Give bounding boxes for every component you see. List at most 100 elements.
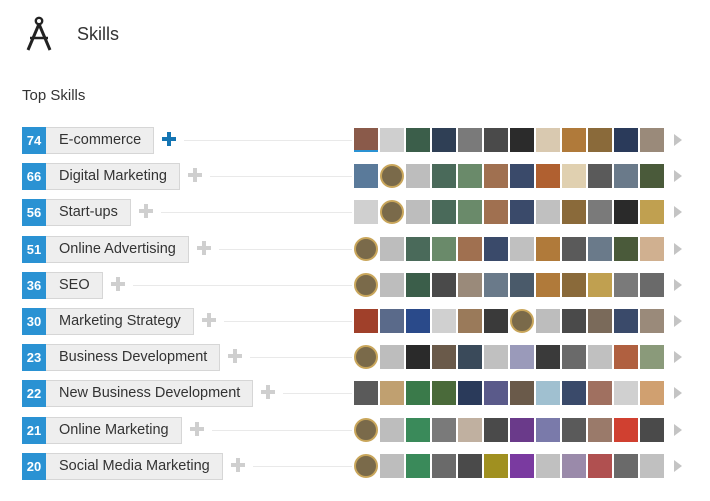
- endorser-avatar[interactable]: [354, 236, 378, 261]
- next-arrow-icon[interactable]: [674, 423, 682, 436]
- endorser-avatar[interactable]: [380, 128, 404, 152]
- next-arrow-icon[interactable]: [674, 278, 682, 291]
- next-arrow-icon[interactable]: [674, 206, 682, 219]
- endorser-avatar[interactable]: [406, 453, 430, 478]
- next-arrow-icon[interactable]: [674, 459, 682, 472]
- endorser-avatar[interactable]: [406, 200, 430, 225]
- endorser-avatar[interactable]: [536, 128, 560, 152]
- endorser-avatar[interactable]: [640, 381, 664, 406]
- endorser-avatar[interactable]: [614, 128, 638, 152]
- endorser-avatar[interactable]: [614, 308, 638, 333]
- endorser-avatar[interactable]: [510, 381, 534, 406]
- endorser-avatar[interactable]: [640, 164, 664, 189]
- endorser-avatar[interactable]: [536, 308, 560, 333]
- endorse-plus-icon[interactable]: [190, 421, 204, 436]
- endorser-avatar[interactable]: [588, 345, 612, 370]
- endorser-avatar[interactable]: [510, 272, 534, 297]
- endorser-avatar[interactable]: [432, 236, 456, 261]
- endorser-avatar[interactable]: [484, 236, 508, 261]
- endorser-avatar[interactable]: [640, 200, 664, 225]
- skill-name[interactable]: New Business Development: [46, 380, 254, 408]
- endorser-avatar[interactable]: [380, 164, 404, 189]
- endorser-avatar[interactable]: [432, 453, 456, 478]
- endorser-avatar[interactable]: [432, 417, 456, 442]
- endorser-avatar[interactable]: [354, 308, 378, 333]
- endorser-avatar[interactable]: [562, 164, 586, 189]
- endorser-avatar[interactable]: [640, 236, 664, 261]
- endorser-avatar[interactable]: [536, 381, 560, 406]
- endorse-plus-icon[interactable]: [231, 457, 245, 472]
- skill-name[interactable]: Digital Marketing: [46, 163, 180, 191]
- endorser-avatar[interactable]: [380, 453, 404, 478]
- endorser-avatar[interactable]: [562, 128, 586, 152]
- endorser-avatar[interactable]: [484, 272, 508, 297]
- endorser-avatar[interactable]: [354, 164, 378, 189]
- endorser-avatar[interactable]: [432, 308, 456, 333]
- endorser-avatar[interactable]: [510, 453, 534, 478]
- endorser-avatar[interactable]: [614, 381, 638, 406]
- skill-name[interactable]: Social Media Marketing: [46, 452, 223, 480]
- endorsement-count[interactable]: 74: [22, 127, 46, 154]
- endorsement-count[interactable]: 21: [22, 416, 46, 444]
- next-arrow-icon[interactable]: [674, 351, 682, 364]
- endorser-avatar[interactable]: [640, 128, 664, 152]
- endorser-avatar[interactable]: [536, 200, 560, 225]
- endorser-avatar[interactable]: [458, 308, 482, 333]
- endorse-plus-icon[interactable]: [228, 349, 242, 364]
- next-arrow-icon[interactable]: [674, 170, 682, 183]
- endorser-avatar[interactable]: [432, 345, 456, 370]
- endorser-avatar[interactable]: [510, 164, 534, 189]
- endorser-avatar[interactable]: [536, 417, 560, 442]
- endorser-avatar[interactable]: [588, 453, 612, 478]
- endorser-avatar[interactable]: [406, 381, 430, 406]
- endorser-avatar[interactable]: [614, 345, 638, 370]
- skill-name[interactable]: Online Advertising: [46, 235, 189, 263]
- skill-name[interactable]: Start-ups: [46, 199, 131, 227]
- endorse-plus-icon[interactable]: [162, 132, 176, 146]
- endorser-avatar[interactable]: [484, 308, 508, 333]
- endorser-avatar[interactable]: [562, 453, 586, 478]
- endorser-avatar[interactable]: [640, 417, 664, 442]
- endorser-avatar[interactable]: [588, 308, 612, 333]
- skill-name[interactable]: E-commerce: [46, 127, 155, 154]
- next-arrow-icon[interactable]: [674, 387, 682, 400]
- skill-name[interactable]: Marketing Strategy: [46, 307, 194, 335]
- endorser-avatar[interactable]: [458, 272, 482, 297]
- endorser-avatar[interactable]: [510, 200, 534, 225]
- endorser-avatar[interactable]: [406, 128, 430, 152]
- endorser-avatar[interactable]: [354, 128, 378, 152]
- next-arrow-icon[interactable]: [674, 314, 682, 327]
- endorse-plus-icon[interactable]: [188, 168, 202, 183]
- endorser-avatar[interactable]: [614, 164, 638, 189]
- endorser-avatar[interactable]: [588, 381, 612, 406]
- endorser-avatar[interactable]: [380, 236, 404, 261]
- endorsement-count[interactable]: 51: [22, 235, 46, 263]
- endorser-avatar[interactable]: [562, 272, 586, 297]
- endorser-avatar[interactable]: [458, 453, 482, 478]
- endorser-avatar[interactable]: [536, 345, 560, 370]
- endorser-avatar[interactable]: [354, 345, 378, 370]
- endorser-avatar[interactable]: [406, 345, 430, 370]
- endorser-avatar[interactable]: [380, 308, 404, 333]
- endorser-avatar[interactable]: [562, 417, 586, 442]
- endorser-avatar[interactable]: [510, 417, 534, 442]
- endorser-avatar[interactable]: [406, 417, 430, 442]
- endorser-avatar[interactable]: [380, 381, 404, 406]
- endorser-avatar[interactable]: [380, 345, 404, 370]
- endorsement-count[interactable]: 22: [22, 380, 46, 408]
- endorser-avatar[interactable]: [432, 128, 456, 152]
- endorser-avatar[interactable]: [640, 345, 664, 370]
- endorser-avatar[interactable]: [484, 164, 508, 189]
- endorse-plus-icon[interactable]: [139, 204, 153, 219]
- endorsement-count[interactable]: 66: [22, 163, 46, 191]
- endorser-avatar[interactable]: [614, 417, 638, 442]
- endorser-avatar[interactable]: [484, 128, 508, 152]
- endorser-avatar[interactable]: [640, 272, 664, 297]
- endorsement-count[interactable]: 36: [22, 271, 46, 299]
- endorse-plus-icon[interactable]: [202, 312, 216, 327]
- endorser-avatar[interactable]: [354, 200, 378, 225]
- endorser-avatar[interactable]: [640, 308, 664, 333]
- endorser-avatar[interactable]: [614, 272, 638, 297]
- endorser-avatar[interactable]: [614, 236, 638, 261]
- endorser-avatar[interactable]: [562, 200, 586, 225]
